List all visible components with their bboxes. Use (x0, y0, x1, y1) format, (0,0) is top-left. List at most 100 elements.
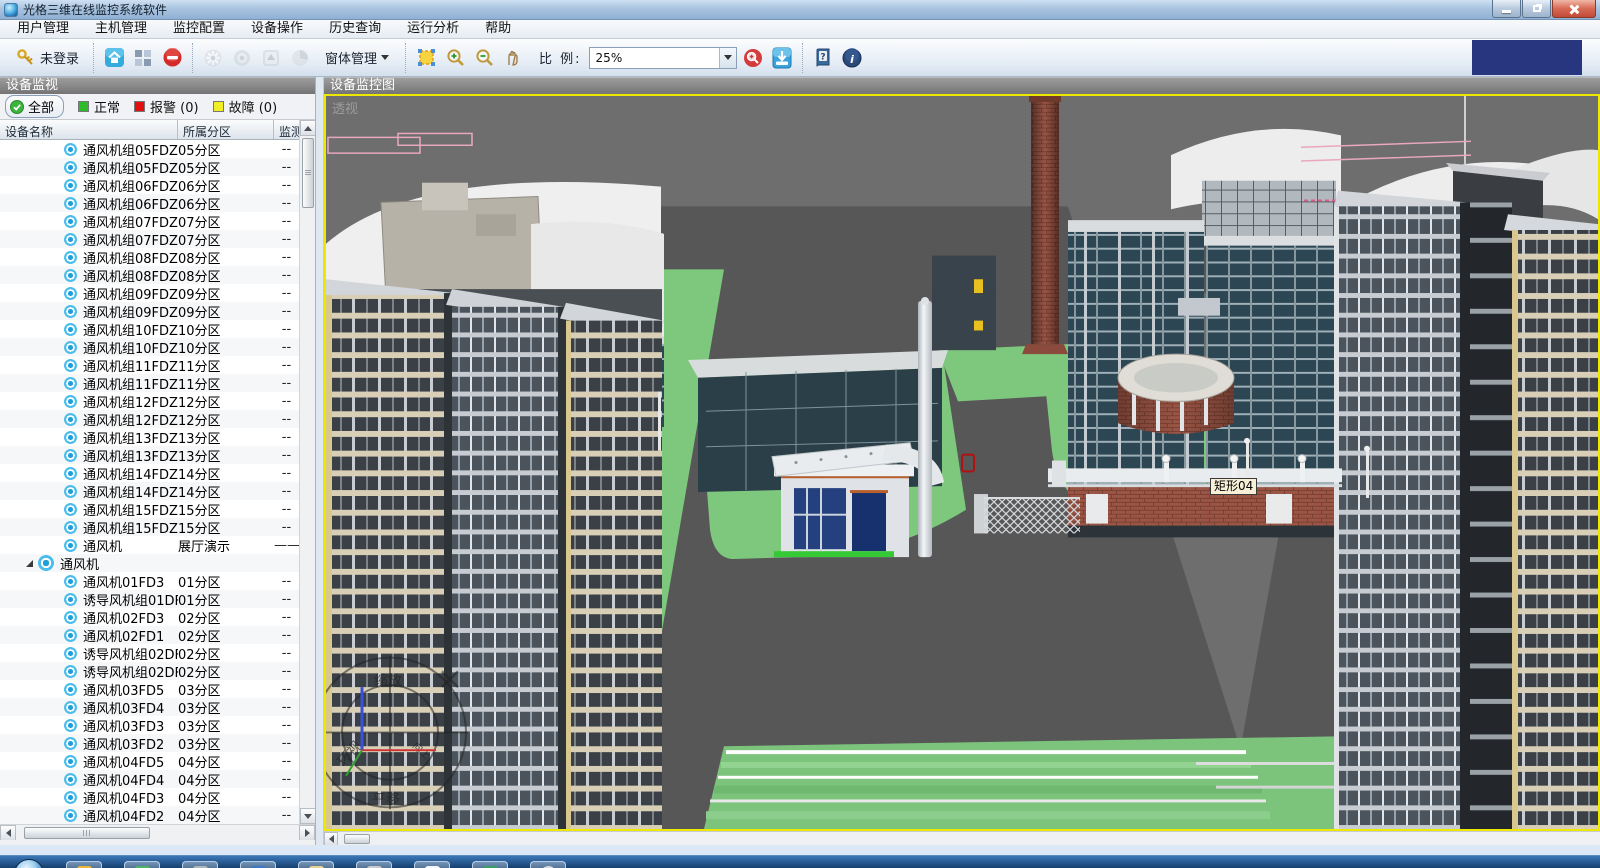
tree-expand-icon[interactable] (26, 560, 33, 567)
menu-run-analysis[interactable]: 运行分析 (394, 20, 472, 38)
table-row[interactable]: 通风机03FD2 03分区 -- (0, 734, 299, 752)
table-row[interactable]: 通风机组09FDZ1 09分区 -- (0, 302, 299, 320)
filter-alarm[interactable]: 报警 (0) (134, 97, 199, 116)
menu-help[interactable]: 帮助 (472, 20, 524, 38)
taskbar-app-4[interactable] (240, 861, 276, 868)
device-list-vscrollbar[interactable] (299, 120, 315, 824)
scale-select[interactable]: 25% (589, 47, 737, 69)
table-row[interactable]: 通风机组14FDZ1 14分区 -- (0, 482, 299, 500)
export-button[interactable] (769, 44, 795, 72)
table-row[interactable]: 通风机 (0, 554, 299, 572)
close-button[interactable] (1552, 0, 1596, 18)
pan-button[interactable] (500, 44, 526, 72)
scale-dropdown-button[interactable] (719, 48, 736, 68)
viewport-3d[interactable]: 透视 矩形04 (324, 94, 1600, 831)
table-row[interactable]: 通风机组09FDZ2 09分区 -- (0, 284, 299, 302)
menu-user-management[interactable]: 用户管理 (4, 20, 82, 38)
table-row[interactable]: 通风机组06FDZ2 06分区 -- (0, 176, 299, 194)
menu-monitor-config[interactable]: 监控配置 (160, 20, 238, 38)
vscroll-thumb[interactable] (302, 138, 314, 208)
table-row[interactable]: 通风机组13FDZ1 13分区 -- (0, 446, 299, 464)
eject-button[interactable] (258, 44, 284, 72)
device-status-icon (64, 395, 77, 408)
scale-zoom-button[interactable] (740, 44, 766, 72)
zoom-out-button[interactable] (471, 44, 497, 72)
login-button[interactable]: 未登录 (9, 44, 86, 72)
viewport-scroll-left-button[interactable] (324, 832, 338, 846)
table-row[interactable]: 通风机02FD1 02分区 -- (0, 626, 299, 644)
table-row[interactable]: 通风机04FD5 04分区 -- (0, 752, 299, 770)
table-row[interactable]: 通风机03FD3 03分区 -- (0, 716, 299, 734)
select-region-button[interactable] (413, 44, 439, 72)
table-row[interactable]: 通风机02FD3 02分区 -- (0, 608, 299, 626)
filter-all[interactable]: 全部 (5, 95, 64, 118)
viewport-hscrollbar[interactable] (324, 831, 1600, 845)
taskbar-app-1[interactable] (66, 861, 102, 868)
table-row[interactable]: 通风机组05FDZ1 05分区 -- (0, 158, 299, 176)
table-row[interactable]: 通风机组15FDZ1 15分区 -- (0, 518, 299, 536)
table-row[interactable]: 通风机03FD5 03分区 -- (0, 680, 299, 698)
table-row[interactable]: 通风机组07FDZ2 07分区 -- (0, 212, 299, 230)
table-row[interactable]: 通风机组13FDZ2 13分区 -- (0, 428, 299, 446)
cascade-windows-button[interactable] (130, 44, 156, 72)
table-row[interactable]: 通风机组12FDZ2 12分区 -- (0, 392, 299, 410)
scene-3d-model[interactable]: 缩放 平移 环视 向上 (326, 96, 1598, 829)
table-row[interactable]: 通风机组15FDZ2 15分区 -- (0, 500, 299, 518)
scroll-left-button[interactable] (0, 825, 16, 841)
taskbar-app-6[interactable] (356, 861, 392, 868)
table-row[interactable]: 通风机组06FDZ1 06分区 -- (0, 194, 299, 212)
taskbar-app-3[interactable] (182, 861, 218, 868)
scroll-right-button[interactable] (299, 825, 315, 841)
taskbar-app-9[interactable] (530, 861, 566, 868)
column-monitor[interactable]: 监测 (274, 120, 299, 139)
menu-host-management[interactable]: 主机管理 (82, 20, 160, 38)
scroll-down-button[interactable] (300, 808, 315, 824)
panel-splitter[interactable] (316, 77, 324, 845)
table-row[interactable]: 通风机组05FDZ2 05分区 -- (0, 140, 299, 158)
filter-normal[interactable]: 正常 (78, 97, 120, 116)
table-row[interactable]: 通风机组08FDZ2 08分区 -- (0, 248, 299, 266)
table-row[interactable]: 通风机01FD3 01分区 -- (0, 572, 299, 590)
about-button[interactable]: i (839, 44, 865, 72)
start-button[interactable] (14, 859, 44, 868)
table-row[interactable]: 通风机04FD2 04分区 -- (0, 806, 299, 824)
table-row[interactable]: 通风机组12FDZ1 12分区 -- (0, 410, 299, 428)
window-manage-button[interactable]: 窗体管理 (316, 44, 398, 72)
taskbar-app-8[interactable] (472, 861, 508, 868)
table-row[interactable]: 通风机04FD4 04分区 -- (0, 770, 299, 788)
menu-device-operation[interactable]: 设备操作 (238, 20, 316, 38)
restore-button[interactable] (1522, 0, 1551, 18)
minimize-button[interactable] (1492, 0, 1521, 18)
zoom-in-button[interactable] (442, 44, 468, 72)
taskbar-app-5[interactable] (298, 861, 334, 868)
table-row[interactable]: 通风机03FD4 03分区 -- (0, 698, 299, 716)
table-row[interactable]: 诱导风机组02DF1 02分区 -- (0, 662, 299, 680)
table-row[interactable]: 通风机组14FDZ2 14分区 -- (0, 464, 299, 482)
scroll-up-button[interactable] (300, 120, 315, 136)
table-row[interactable]: 诱导风机组02DF2 02分区 -- (0, 644, 299, 662)
taskbar-app-2[interactable] (124, 861, 160, 868)
device-list-hscrollbar[interactable] (0, 824, 315, 840)
pie-button[interactable] (287, 44, 313, 72)
table-row[interactable]: 通风机04FD3 04分区 -- (0, 788, 299, 806)
menu-history-query[interactable]: 历史查询 (316, 20, 394, 38)
refresh-fan-button[interactable] (200, 44, 226, 72)
table-row[interactable]: 诱导风机组01DF1 01分区 -- (0, 590, 299, 608)
filter-fault[interactable]: 故障 (0) (213, 97, 278, 116)
table-row[interactable]: 通风机组11FDZ1 11分区 -- (0, 374, 299, 392)
table-row[interactable]: 通风机组07FDZ1 07分区 -- (0, 230, 299, 248)
table-row[interactable]: 通风机 展厅演示 —— (0, 536, 299, 554)
viewport-hscroll-thumb[interactable] (344, 834, 370, 844)
column-device-name[interactable]: 设备名称 (0, 120, 178, 139)
help-button[interactable]: ? (810, 44, 836, 72)
hscroll-thumb[interactable] (24, 827, 150, 839)
home-view-button[interactable] (101, 44, 127, 72)
table-row[interactable]: 通风机组11FDZ2 11分区 -- (0, 356, 299, 374)
column-zone[interactable]: 所属分区 (178, 120, 274, 139)
target-button[interactable] (229, 44, 255, 72)
stop-button[interactable] (159, 44, 185, 72)
table-row[interactable]: 通风机组08FDZ1 08分区 -- (0, 266, 299, 284)
taskbar-app-7[interactable] (414, 861, 450, 868)
table-row[interactable]: 通风机组10FDZ2 10分区 -- (0, 320, 299, 338)
table-row[interactable]: 通风机组10FDZ1 10分区 -- (0, 338, 299, 356)
